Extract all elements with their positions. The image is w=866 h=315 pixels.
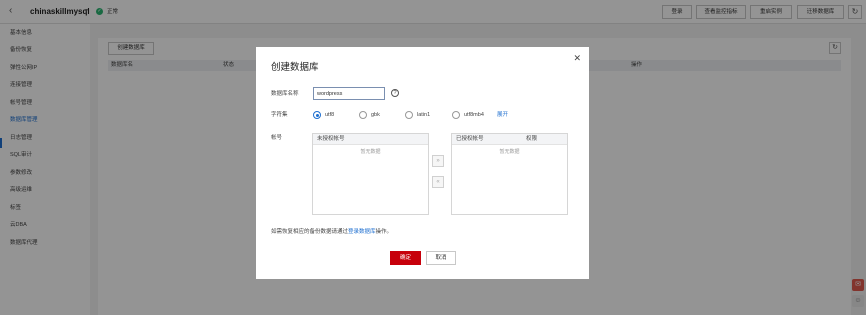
dialog-title: 创建数据库 xyxy=(271,62,319,73)
authorized-accounts-title: 已授权帐号 xyxy=(456,136,484,142)
charset-label: 字符集 xyxy=(271,112,288,118)
expand-link[interactable]: 展开 xyxy=(497,112,508,119)
charset-radio-group: utf8 gbk latin1 utf8mb4 展开 xyxy=(313,111,553,121)
help-icon[interactable]: ? xyxy=(391,89,399,97)
note-prefix: 如需恢复相应的备份数据请通过 xyxy=(271,229,349,235)
login-database-link[interactable]: 登录数据库 xyxy=(348,229,376,235)
note-suffix: 操作。 xyxy=(375,229,393,235)
close-icon[interactable]: ✕ xyxy=(573,54,581,63)
radio-circle xyxy=(405,111,413,119)
unauthorized-accounts-title: 未授权帐号 xyxy=(317,136,345,142)
authorized-accounts-box[interactable]: 已授权帐号 权限 暂无数据 xyxy=(451,133,568,215)
account-label: 帐号 xyxy=(271,135,283,141)
empty-state-text: 暂无数据 xyxy=(499,149,520,155)
radio-circle xyxy=(452,111,460,119)
charset-option-label: gbk xyxy=(371,112,380,118)
charset-option-label: latin1 xyxy=(417,112,431,118)
restore-note: 如需恢复相应的备份数据请通过登录数据库操作。 xyxy=(271,229,392,236)
radio-circle xyxy=(313,111,321,119)
move-left-button[interactable]: « xyxy=(432,176,444,188)
move-right-button[interactable]: » xyxy=(432,155,444,167)
create-database-dialog: 创建数据库 ✕ 数据库名称 ? 字符集 utf8 gbk latin1 utf8… xyxy=(256,47,589,279)
unauthorized-accounts-header: 未授权帐号 xyxy=(313,134,428,145)
charset-option-label: utf8mb4 xyxy=(464,112,484,118)
db-name-label: 数据库名称 xyxy=(271,91,299,97)
charset-option-label: utf8 xyxy=(325,112,335,118)
empty-state-text: 暂无数据 xyxy=(360,149,381,155)
cancel-button[interactable]: 取消 xyxy=(426,251,456,265)
confirm-button[interactable]: 确定 xyxy=(390,251,421,265)
authorized-accounts-header: 已授权帐号 权限 xyxy=(452,134,567,145)
radio-circle xyxy=(359,111,367,119)
permission-title: 权限 xyxy=(526,136,538,142)
unauthorized-accounts-box[interactable]: 未授权帐号 暂无数据 xyxy=(312,133,429,215)
db-name-input[interactable] xyxy=(313,87,385,100)
